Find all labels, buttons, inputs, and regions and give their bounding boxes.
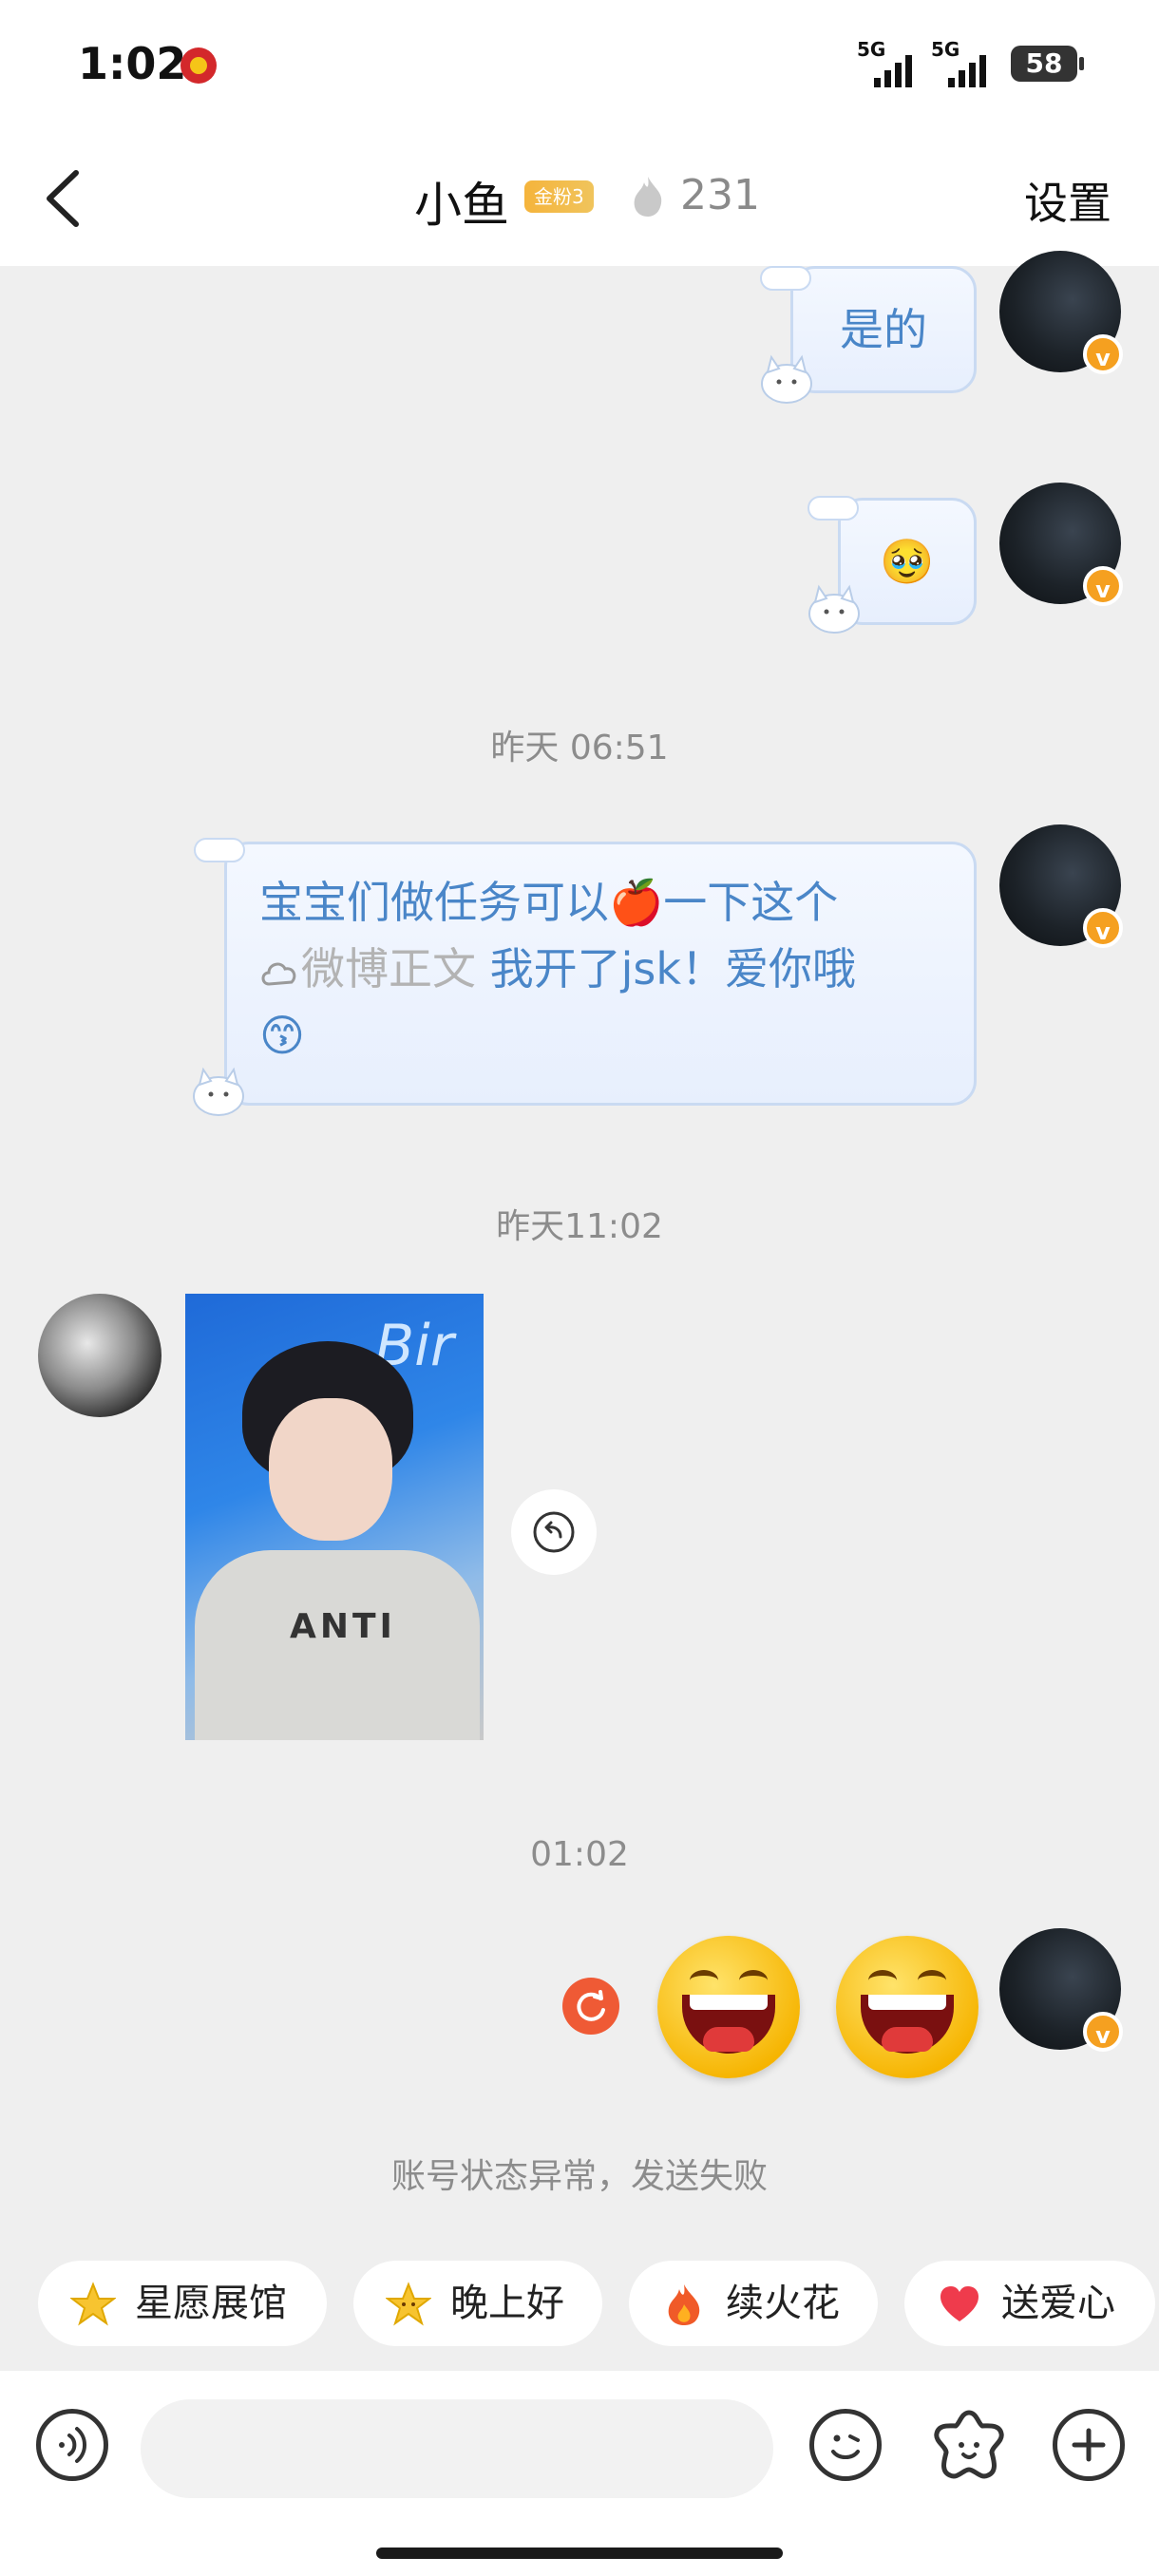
quick-reply-bar: 星愿展馆 晚上好 续火花 送爱心 [0, 2261, 1159, 2352]
message-text: 一下这个 [663, 877, 839, 928]
link-cloud-icon [261, 962, 296, 986]
cat-sticker-icon [761, 354, 812, 404]
verified-badge-icon: v [1083, 2012, 1123, 2052]
timestamp: 昨天11:02 [496, 1207, 663, 1246]
my-avatar[interactable]: v [999, 251, 1123, 374]
verified-badge-icon: v [1083, 908, 1123, 948]
voice-icon [59, 2427, 87, 2463]
chevron-left-icon [47, 170, 79, 227]
contact-avatar[interactable] [38, 1294, 162, 1417]
composer-bar [0, 2371, 1159, 2576]
status-time: 1:02 [78, 38, 187, 89]
fire-icon [668, 2284, 700, 2325]
settings-button[interactable]: 设置 [1024, 169, 1112, 232]
emoji-icon [831, 2434, 860, 2459]
verified-badge-icon: v [1083, 334, 1123, 374]
message-bubble-outgoing[interactable]: 是的 [790, 266, 977, 393]
voice-button[interactable] [36, 2409, 108, 2481]
spark-icon [634, 177, 662, 217]
apple-emoji: 🍎 [609, 877, 664, 928]
star-face-icon [386, 2282, 431, 2326]
forward-icon [533, 1511, 575, 1553]
message-text: 是的 [840, 304, 927, 355]
quick-reply-chip[interactable]: 晚上好 [353, 2261, 602, 2346]
star-icon [70, 2282, 116, 2326]
weibo-link[interactable]: 微博正文 [259, 943, 476, 994]
message-bubble-outgoing[interactable]: 宝宝们做任务可以🍎一下这个 微博正文 我开了jsk！爱你哦 😙 [224, 842, 977, 1106]
spark-count: 231 [680, 171, 760, 219]
my-avatar[interactable]: v [999, 824, 1123, 948]
quick-reply-chip[interactable]: 续火花 [629, 2261, 878, 2346]
bubble-cloud-decoration [194, 838, 245, 862]
message-text: 宝宝们做任务可以 [259, 877, 609, 928]
status-bar: 1:02 5G 5G 58 [0, 0, 1159, 133]
app-notification-icon [180, 47, 217, 84]
timestamp: 01:02 [530, 1835, 629, 1874]
message-emoji: 😙 [259, 1010, 305, 1061]
flower-icon [934, 2410, 1004, 2479]
image-message[interactable]: Bir ANTI [185, 1294, 484, 1740]
signal-icon-1: 5G [857, 38, 914, 87]
message-input[interactable] [141, 2399, 773, 2498]
timestamp: 昨天 06:51 [490, 729, 669, 767]
cat-sticker-icon [808, 584, 860, 634]
retry-icon [577, 1990, 605, 2021]
chat-header: 小鱼 金粉3 231 设置 [0, 133, 1159, 266]
cat-sticker-icon [193, 1067, 244, 1116]
signal-icon-2: 5G [931, 38, 988, 87]
chat-title[interactable]: 小鱼 [414, 167, 509, 236]
home-indicator[interactable] [376, 2548, 783, 2559]
quick-reply-chip[interactable]: 送爱心 [904, 2261, 1155, 2346]
fan-level-badge: 金粉3 [524, 180, 594, 213]
quick-reply-chip[interactable]: 星愿展馆 [38, 2261, 327, 2346]
plus-icon [1072, 2428, 1106, 2462]
bubble-cloud-decoration [760, 266, 811, 291]
send-failed-notice: 账号状态异常，发送失败 [390, 2157, 768, 2196]
laughing-emoji-icon[interactable] [836, 1936, 978, 2078]
resend-button[interactable] [562, 1978, 619, 2035]
sticker-button[interactable] [929, 2405, 1009, 2485]
my-avatar[interactable]: v [999, 483, 1123, 606]
my-avatar[interactable]: v [999, 1928, 1123, 2052]
heart-icon [940, 2286, 978, 2321]
more-button[interactable] [1053, 2409, 1125, 2481]
back-button[interactable] [38, 165, 95, 232]
emoji-button[interactable] [809, 2409, 882, 2481]
battery-icon: 58 [1011, 46, 1084, 82]
laughing-emoji-icon[interactable] [657, 1936, 800, 2078]
forward-button[interactable] [511, 1489, 597, 1575]
bubble-cloud-decoration [808, 496, 859, 521]
message-emoji: 🥹 [880, 536, 935, 587]
message-text: 我开了jsk！爱你哦 [476, 943, 857, 994]
verified-badge-icon: v [1083, 566, 1123, 606]
